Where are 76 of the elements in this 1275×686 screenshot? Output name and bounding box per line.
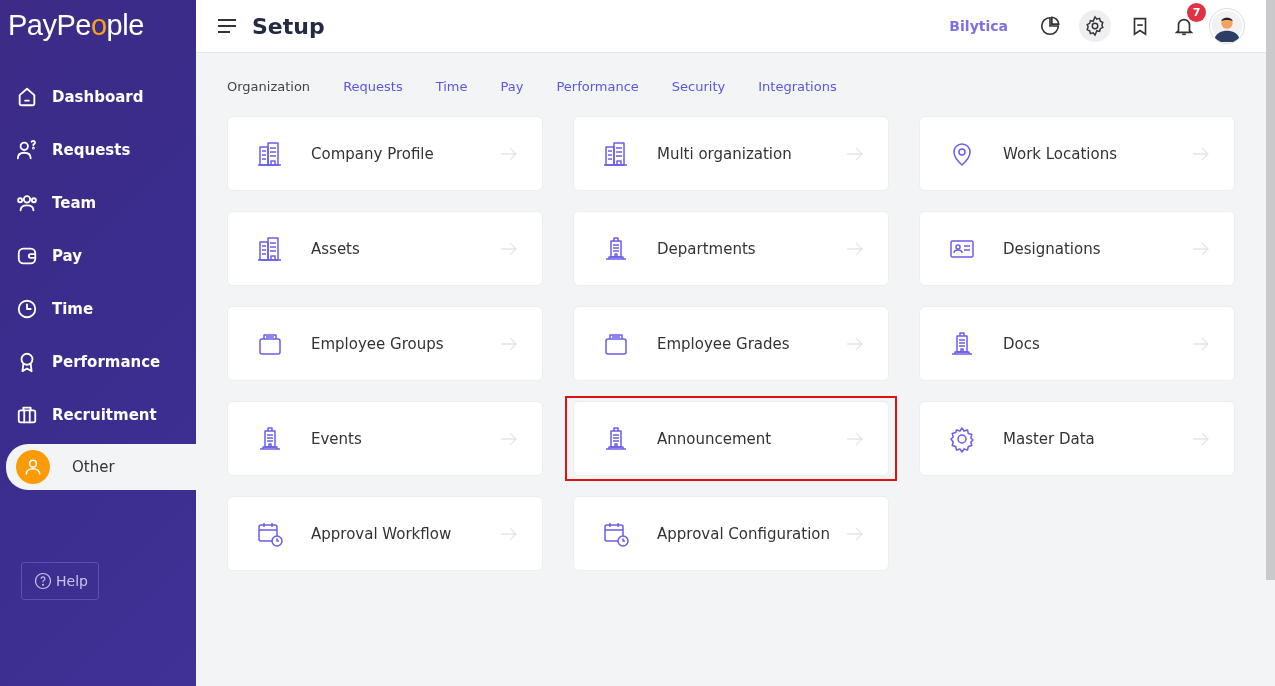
setup-card[interactable]: Multi organization [573, 116, 889, 191]
home-icon [16, 85, 38, 108]
page-title: Setup [252, 13, 325, 39]
setup-card[interactable]: Company Profile [227, 116, 543, 191]
nav-item[interactable]: Other [6, 444, 196, 490]
buildings-icon [256, 139, 284, 168]
card-label: Events [311, 429, 363, 448]
gear-icon [948, 424, 976, 453]
arrow-icon [846, 336, 864, 351]
card-label: Work Locations [1003, 144, 1118, 163]
help-button[interactable]: Help [21, 562, 99, 600]
setup-card[interactable]: Announcement [573, 401, 889, 476]
buildings-icon [256, 234, 284, 263]
arrow-icon [1192, 336, 1210, 351]
scrollbar[interactable] [1266, 0, 1275, 580]
arrow-icon [1192, 146, 1210, 161]
setup-card[interactable]: Master Data [919, 401, 1235, 476]
nav-item[interactable]: Time [0, 282, 196, 335]
arrow-icon [500, 241, 518, 256]
setup-card[interactable]: Employee Grades [573, 306, 889, 381]
setup-card[interactable]: Employee Groups [227, 306, 543, 381]
buildings-icon [602, 139, 630, 168]
clock-icon [16, 297, 38, 320]
setup-card[interactable]: Work Locations [919, 116, 1235, 191]
nav-item[interactable]: Pay [0, 229, 196, 282]
card-label: Master Data [1003, 429, 1096, 448]
requests-icon [16, 138, 38, 161]
card-label: Designations [1003, 239, 1102, 258]
setup-card[interactable]: Approval Configuration [573, 496, 889, 571]
tab[interactable]: Time [435, 78, 468, 94]
setup-card[interactable]: Designations [919, 211, 1235, 286]
setup-card[interactable]: Docs [919, 306, 1235, 381]
card-label: Departments [657, 239, 757, 258]
setup-card[interactable]: Departments [573, 211, 889, 286]
setup-card[interactable]: Events [227, 401, 543, 476]
tab[interactable]: Requests [343, 78, 403, 94]
company-link[interactable]: Bilytica [949, 18, 1008, 34]
card-label: Employee Groups [311, 334, 445, 353]
nav-item[interactable]: Team [0, 176, 196, 229]
setup-card[interactable]: Approval Workflow [227, 496, 543, 571]
menu-icon[interactable] [218, 19, 236, 33]
arrow-icon [846, 241, 864, 256]
arrow-icon [500, 526, 518, 541]
card-label: Announcement [657, 429, 773, 448]
nav-item[interactable]: Recruitment [0, 388, 196, 441]
tab[interactable]: Performance [556, 78, 639, 94]
card-label: Docs [1003, 334, 1041, 353]
card-label: Approval Configuration [657, 524, 832, 543]
tab[interactable]: Organization [227, 78, 311, 94]
card-label: Multi organization [657, 144, 793, 163]
arrow-icon [500, 431, 518, 446]
arrow-icon [500, 336, 518, 351]
arrow-icon [846, 526, 864, 541]
settings-button[interactable] [1079, 10, 1111, 42]
arrow-icon [1192, 241, 1210, 256]
nav-item[interactable]: Performance [0, 335, 196, 388]
card-label: Employee Grades [657, 334, 791, 353]
pie-chart-icon[interactable] [1039, 15, 1061, 37]
arrow-icon [846, 146, 864, 161]
card-label: Approval Workflow [311, 524, 453, 543]
arrow-icon [1192, 431, 1210, 446]
nav-item[interactable]: Requests [0, 123, 196, 176]
card-label: Assets [311, 239, 361, 258]
logo: PayPeople [7, 8, 145, 43]
help-icon [34, 572, 52, 590]
setup-card[interactable]: Assets [227, 211, 543, 286]
arrow-icon [500, 146, 518, 161]
user-icon [16, 450, 50, 484]
card-label: Company Profile [311, 144, 435, 163]
tab[interactable]: Pay [500, 78, 524, 94]
tab[interactable]: Integrations [758, 78, 837, 94]
notification-badge: 7 [1187, 3, 1206, 22]
tab[interactable]: Security [671, 78, 726, 94]
nav-item[interactable]: Dashboard [0, 70, 196, 123]
arrow-icon [846, 431, 864, 446]
avatar[interactable] [1209, 8, 1245, 44]
